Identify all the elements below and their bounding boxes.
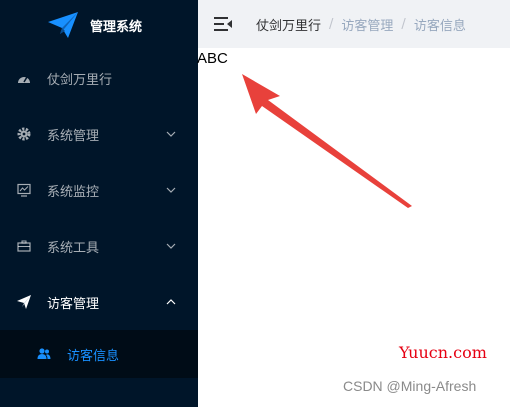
breadcrumb: 仗剑万里行 / 访客管理 / 访客信息 [256, 15, 466, 34]
annotation-arrow-shape [242, 74, 412, 208]
breadcrumb-item-visitor-management: 访客管理 [341, 18, 394, 34]
breadcrumb-item-visitor-info: 访客信息 [413, 18, 466, 34]
sidebar-item-system-tools[interactable]: 系统工具 [0, 218, 198, 274]
sidebar-item-visitor-info[interactable]: 访客信息 [0, 330, 198, 378]
dashboard-icon [16, 70, 32, 86]
sidebar-item-visitor-management[interactable]: 访客管理 [0, 274, 198, 330]
author-watermark: CSDN @Ming-Afresh [343, 378, 477, 394]
app-title: 管理系统 [90, 19, 143, 35]
sidebar-item-label: 仗剑万里行 [47, 72, 113, 88]
sidebar-item-label: 系统工具 [47, 240, 100, 256]
menu-fold-icon[interactable] [214, 16, 232, 32]
chevron-down-icon [166, 131, 176, 137]
breadcrumb-separator: / [329, 16, 334, 32]
header: 仗剑万里行 / 访客管理 / 访客信息 [198, 0, 510, 48]
toolbox-icon [16, 238, 32, 254]
sidebar-item-system-monitor[interactable]: 系统监控 [0, 162, 198, 218]
chevron-up-icon [166, 299, 176, 305]
gear-icon [16, 126, 32, 142]
paper-plane-logo-icon [48, 12, 78, 38]
sidebar-item-label: 系统监控 [47, 184, 100, 200]
logo[interactable]: 管理系统 [0, 0, 198, 50]
sidebar: 管理系统 仗剑万里行 系统管理 系统监控 系统工具 访客管理 访客信息 [0, 0, 198, 407]
chevron-down-icon [166, 187, 176, 193]
sidebar-item-system-management[interactable]: 系统管理 [0, 106, 198, 162]
breadcrumb-item-home[interactable]: 仗剑万里行 [256, 15, 321, 34]
annotation-arrow [242, 74, 412, 208]
send-icon [16, 294, 32, 310]
chevron-down-icon [166, 243, 176, 249]
sidebar-item-label: 访客管理 [47, 296, 100, 312]
sidebar-item-label: 访客信息 [67, 348, 120, 364]
main-content-text: ABC [197, 50, 228, 67]
monitor-icon [16, 182, 32, 198]
users-icon [36, 346, 52, 362]
site-watermark: Yuucn.com [399, 343, 487, 362]
breadcrumb-separator: / [401, 16, 406, 32]
sidebar-item-home[interactable]: 仗剑万里行 [0, 50, 198, 106]
visitor-submenu: 访客信息 [0, 330, 198, 378]
sidebar-item-label: 系统管理 [47, 128, 100, 144]
